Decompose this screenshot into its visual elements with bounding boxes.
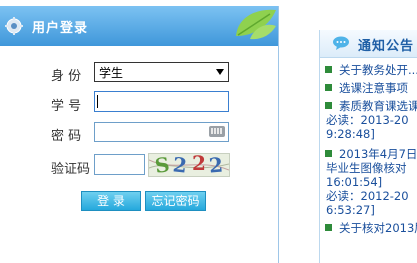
notice-item[interactable]: 素质教育课选课 必读：2013-20 9:28:48] [320, 100, 417, 142]
notice-item-text: 关于核对2013届 [339, 221, 417, 235]
keyboard-icon[interactable] [209, 126, 225, 137]
student-id-input[interactable] [94, 91, 229, 112]
forgot-password-button[interactable]: 忘记密码 [145, 191, 206, 211]
notice-item-text: 6:53:27] [326, 203, 375, 217]
notice-header: 通知公告 [320, 30, 417, 58]
captcha-input[interactable] [94, 154, 145, 175]
bullet-icon [325, 66, 332, 73]
identity-label: 身 份 [51, 69, 82, 84]
student-id-label: 学 号 [51, 99, 82, 114]
login-title: 用户登录 [32, 21, 89, 36]
notice-item-text: 2013年4月7日申 [339, 147, 417, 161]
captcha-image[interactable]: S 2 2 2 [148, 153, 230, 177]
notice-item-text: 关于教务处开... [339, 63, 417, 77]
notice-item-text: 16:01:54] [326, 175, 383, 189]
notice-item-text: 9:28:48] [326, 127, 375, 141]
bullet-icon [325, 150, 332, 157]
bullet-icon [325, 102, 332, 109]
bullet-icon [325, 84, 332, 91]
captcha-char: 2 [171, 153, 189, 177]
notice-item[interactable]: 关于教务处开... [320, 64, 417, 78]
notice-item-text: 毕业生图像核对 [326, 161, 407, 175]
login-button[interactable]: 登 录 [81, 191, 141, 211]
leaf-decoration-icon [236, 9, 276, 40]
captcha-char: 2 [207, 153, 224, 177]
notice-item-text: 素质教育课选课 [339, 99, 417, 113]
notice-item-text: 必读：2013-20 [326, 113, 409, 127]
speech-bubble-icon [333, 36, 349, 50]
notice-item-text: 选课注意事项 [339, 81, 408, 95]
notice-item[interactable]: 选课注意事项 [320, 82, 417, 96]
captcha-label: 验证码 [51, 162, 91, 177]
chevron-down-icon [216, 69, 224, 75]
bullet-icon [325, 224, 332, 231]
gear-icon [5, 17, 23, 35]
captcha-char: S [153, 153, 172, 177]
login-panel: 用户登录 身 份 学生 学 号 密 码 验证码 S 2 2 2 登 录 忘记密码 [0, 6, 279, 263]
identity-select-value: 学生 [99, 66, 124, 80]
identity-select[interactable]: 学生 [94, 62, 229, 82]
notice-item[interactable]: 2013年4月7日申 毕业生图像核对 16:01:54] 必读：2012-20 … [320, 148, 417, 218]
notice-item-text: 必读：2012-20 [326, 189, 409, 203]
login-header: 用户登录 [0, 6, 278, 46]
notice-panel: 通知公告 关于教务处开... 选课注意事项 素质教育课选课 必读：2013-20… [319, 30, 417, 263]
password-label: 密 码 [51, 129, 82, 144]
text-cursor [97, 95, 98, 108]
captcha-char: 2 [192, 153, 206, 175]
password-input[interactable] [94, 122, 229, 142]
notice-item[interactable]: 关于核对2013届 [320, 222, 417, 236]
notice-title: 通知公告 [358, 39, 415, 54]
